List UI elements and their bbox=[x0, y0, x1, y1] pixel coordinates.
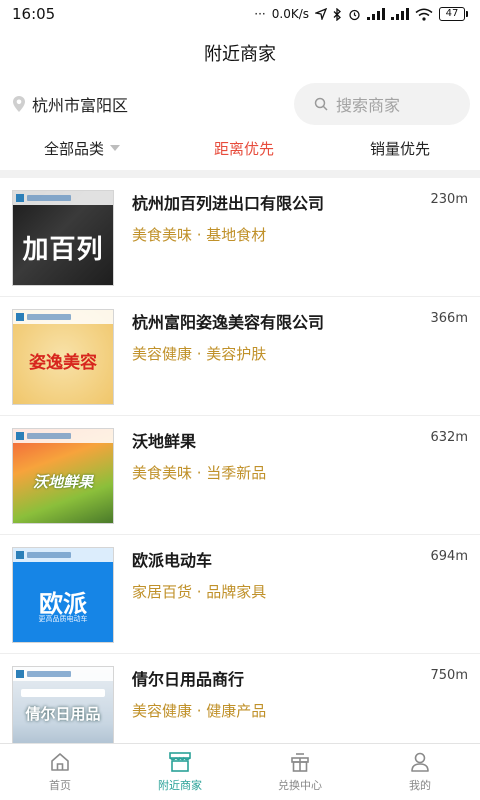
shop-name: 倩尔日用品商行 bbox=[132, 670, 245, 689]
thumbnail-text: 沃地鲜果 bbox=[32, 473, 93, 491]
network-speed: 0.0K/s bbox=[271, 7, 309, 21]
shop-tags: 美食美味 · 当季新品 bbox=[132, 464, 267, 482]
filter-distance-label: 距离优先 bbox=[214, 139, 275, 158]
tab-exchange-label: 兑换中心 bbox=[278, 779, 322, 792]
filter-category-label: 全部品类 bbox=[44, 139, 105, 158]
filter-sales-label: 销量优先 bbox=[370, 139, 431, 158]
search-placeholder: 搜索商家 bbox=[336, 96, 401, 115]
more-dots-icon: ··· bbox=[254, 7, 266, 21]
tab-nearby-label: 附近商家 bbox=[158, 779, 202, 792]
gift-icon bbox=[291, 753, 309, 772]
page-title: 附近商家 bbox=[204, 44, 276, 65]
shop-thumbnail: 姿逸美容 bbox=[12, 309, 114, 405]
shop-list[interactable]: 加百列 杭州加百列进出口有限公司 美食美味 · 基地食材 230m 姿逸美容 杭… bbox=[0, 178, 480, 743]
shop-thumbnail: 加百列 bbox=[12, 190, 114, 286]
store-icon bbox=[169, 752, 191, 772]
shop-name: 杭州富阳姿逸美容有限公司 bbox=[132, 313, 325, 332]
shop-name: 沃地鲜果 bbox=[132, 432, 197, 451]
bottom-tab-bar: 首页 附近商家 兑换中心 我的 bbox=[0, 743, 480, 800]
filter-bar: 全部品类 距离优先 销量优先 bbox=[0, 126, 480, 170]
filter-sales[interactable]: 销量优先 bbox=[370, 138, 430, 159]
shop-list-item[interactable]: 沃地鲜果 沃地鲜果 美食美味 · 当季新品 632m bbox=[0, 416, 480, 535]
filter-distance[interactable]: 距离优先 bbox=[214, 138, 274, 159]
shop-tags: 美容健康 · 健康产品 bbox=[132, 702, 267, 720]
brand-logo bbox=[13, 429, 113, 443]
tab-nearby[interactable]: 附近商家 bbox=[120, 744, 240, 800]
search-input[interactable]: 搜索商家 bbox=[294, 83, 470, 125]
tab-home[interactable]: 首页 bbox=[0, 744, 120, 800]
thumbnail-text: 倩尔日用品 bbox=[25, 705, 101, 723]
location-arrow-icon bbox=[315, 8, 327, 20]
shop-name: 杭州加百列进出口有限公司 bbox=[132, 194, 325, 213]
shop-list-item[interactable]: 加百列 杭州加百列进出口有限公司 美食美味 · 基地食材 230m bbox=[0, 178, 480, 297]
shop-distance: 694m bbox=[430, 549, 468, 564]
filter-category[interactable]: 全部品类 bbox=[44, 138, 121, 159]
shop-thumbnail: 欧派 更高品质电动车 bbox=[12, 547, 114, 643]
thumbnail-subtext: 更高品质电动车 bbox=[38, 615, 88, 623]
shop-tags: 家居百货 · 品牌家具 bbox=[132, 583, 267, 601]
shop-name: 欧派电动车 bbox=[132, 551, 213, 570]
signal-icon bbox=[367, 8, 385, 20]
shop-list-item[interactable]: 欧派 更高品质电动车 欧派电动车 家居百货 · 品牌家具 694m bbox=[0, 535, 480, 654]
tab-mine[interactable]: 我的 bbox=[360, 744, 480, 800]
user-icon bbox=[411, 752, 429, 772]
home-icon bbox=[51, 753, 69, 771]
location-pin-icon bbox=[13, 96, 25, 112]
shop-thumbnail: 沃地鲜果 bbox=[12, 428, 114, 524]
brand-logo bbox=[13, 310, 113, 324]
shop-distance: 750m bbox=[430, 668, 468, 683]
location-selector[interactable]: 杭州市富阳区 bbox=[12, 92, 128, 116]
tab-home-label: 首页 bbox=[49, 779, 71, 792]
tab-mine-label: 我的 bbox=[409, 779, 431, 792]
status-icons: ··· 0.0K/s 47 bbox=[254, 7, 468, 21]
wifi-icon bbox=[415, 8, 433, 21]
thumbnail-text: 加百列 bbox=[22, 235, 104, 265]
alarm-icon bbox=[349, 9, 360, 20]
shop-list-item[interactable]: 倩尔日用品 倩尔日用品商行 美容健康 · 健康产品 750m bbox=[0, 654, 480, 743]
shop-tags: 美食美味 · 基地食材 bbox=[132, 226, 267, 244]
location-search-row: 杭州市富阳区 搜索商家 bbox=[0, 82, 480, 126]
battery-icon: 47 bbox=[439, 7, 468, 21]
chevron-down-icon bbox=[110, 145, 121, 151]
status-bar: 16:05 ··· 0.0K/s 47 bbox=[0, 0, 480, 28]
shop-tags: 美容健康 · 美容护肤 bbox=[132, 345, 267, 363]
shop-thumbnail: 倩尔日用品 bbox=[12, 666, 114, 743]
tab-exchange[interactable]: 兑换中心 bbox=[240, 744, 360, 800]
page-header: 附近商家 bbox=[0, 28, 480, 78]
thumbnail-text: 姿逸美容 bbox=[29, 353, 97, 373]
brand-logo bbox=[13, 667, 113, 681]
brand-logo bbox=[13, 548, 113, 562]
section-divider bbox=[0, 170, 480, 178]
status-time: 16:05 bbox=[12, 5, 56, 23]
signal-icon-2 bbox=[391, 8, 409, 20]
brand-logo bbox=[13, 191, 113, 205]
location-label: 杭州市富阳区 bbox=[32, 96, 129, 115]
bluetooth-icon bbox=[333, 7, 341, 21]
shop-distance: 366m bbox=[430, 311, 468, 326]
battery-level: 47 bbox=[445, 8, 459, 19]
shop-distance: 632m bbox=[430, 430, 468, 445]
shop-distance: 230m bbox=[430, 192, 468, 207]
shop-list-item[interactable]: 姿逸美容 杭州富阳姿逸美容有限公司 美容健康 · 美容护肤 366m bbox=[0, 297, 480, 416]
search-icon bbox=[314, 97, 328, 111]
